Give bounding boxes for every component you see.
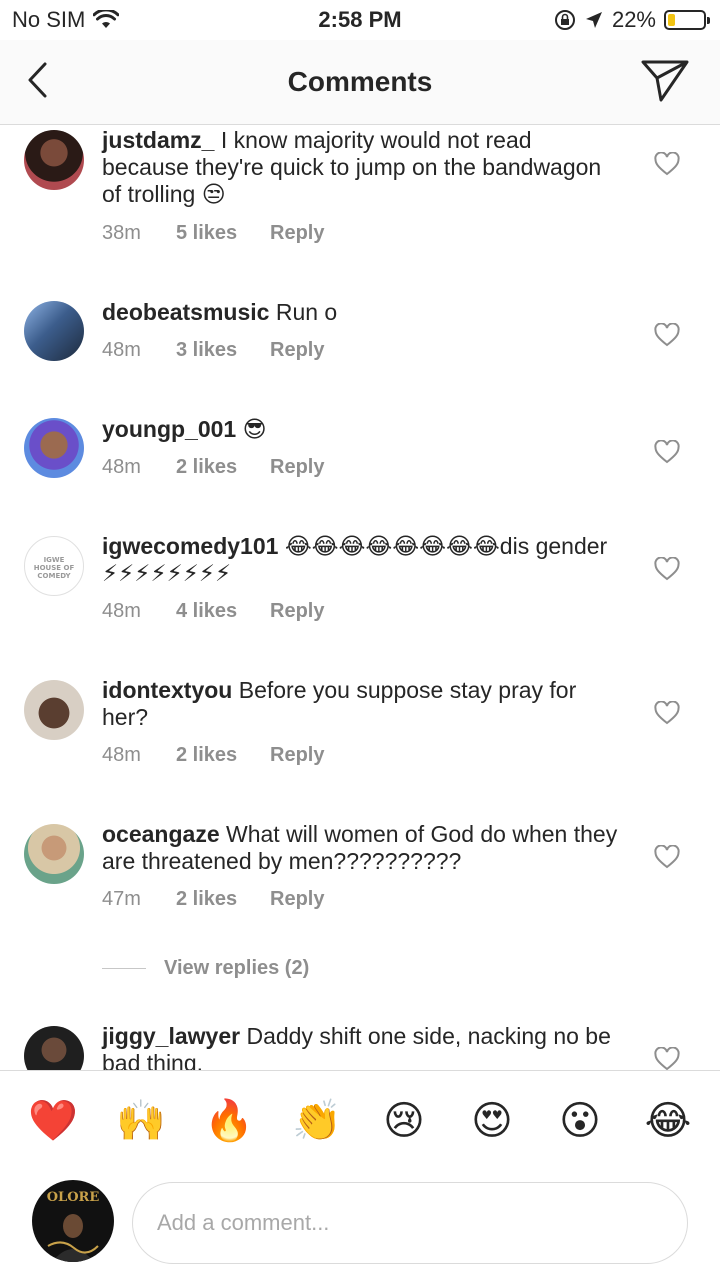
battery-percent: 22% — [611, 7, 656, 32]
reply-button[interactable]: Reply — [270, 744, 324, 767]
comment-likes[interactable]: 2 likes — [176, 888, 270, 911]
comment-body: deobeatsmusic Run o — [102, 299, 622, 326]
comment-meta: 48m 4 likes Reply — [102, 600, 324, 623]
paper-plane-icon — [641, 60, 689, 102]
battery-icon — [664, 10, 710, 30]
status-right: 22% — [554, 7, 710, 33]
comment-body: jiggy_lawyer Daddy shift one side, nacki… — [102, 1023, 622, 1070]
comment-time: 38m — [102, 222, 141, 244]
reply-button[interactable]: Reply — [270, 456, 324, 479]
status-bar: No SIM 2:58 PM 22% — [0, 0, 720, 40]
avatar[interactable] — [24, 130, 84, 190]
heart-icon[interactable] — [654, 323, 680, 347]
location-arrow-icon — [585, 12, 602, 28]
igwe-logo: IGWE HOUSE OF COMEDY — [34, 556, 75, 580]
heart-icon[interactable] — [654, 845, 680, 869]
olore-avatar-art: OLORE — [32, 1180, 114, 1262]
emoji-surprised-button[interactable]: 😮 — [556, 1097, 604, 1145]
comment-username[interactable]: idontextyou — [102, 677, 232, 703]
reply-button[interactable]: Reply — [270, 339, 324, 362]
comment-meta: 48m 3 likes Reply — [102, 339, 324, 362]
comment-time: 48m — [102, 339, 141, 361]
heart-icon[interactable] — [654, 557, 680, 581]
comment-username[interactable]: justdamz_ — [102, 127, 214, 153]
comment-username[interactable]: youngp_001 — [102, 416, 236, 442]
comment-likes[interactable]: 5 likes — [176, 222, 270, 245]
comment-meta: 48m 2 likes Reply — [102, 456, 324, 479]
comment-time: 48m — [102, 600, 141, 622]
rotation-lock-icon — [554, 10, 575, 30]
comment-text: 😎 — [242, 416, 267, 442]
comment-body: idontextyou Before you suppose stay pray… — [102, 677, 622, 731]
avatar[interactable] — [24, 680, 84, 740]
comment-input[interactable] — [132, 1182, 688, 1264]
comment-likes[interactable]: 3 likes — [176, 339, 270, 362]
heart-icon[interactable] — [654, 701, 680, 725]
comment-meta: 38m 5 likes Reply — [102, 222, 324, 245]
comment-time: 48m — [102, 744, 141, 766]
comment-composer: OLORE — [0, 1166, 720, 1280]
comment-body: justdamz_ I know majority would not read… — [102, 127, 622, 208]
comment-text: Run o — [275, 299, 338, 325]
nav-header: Comments — [0, 40, 720, 125]
comment-body: oceangaze What will women of God do when… — [102, 821, 622, 875]
comment-meta: 47m 2 likes Reply — [102, 888, 324, 911]
emoji-crying-button[interactable]: 😢 — [380, 1097, 428, 1145]
avatar[interactable] — [24, 418, 84, 478]
comment-username[interactable]: oceangaze — [102, 821, 220, 847]
avatar[interactable] — [24, 301, 84, 361]
replies-divider — [102, 968, 146, 969]
avatar[interactable] — [24, 824, 84, 884]
heart-icon[interactable] — [654, 1047, 680, 1070]
comment-likes[interactable]: 2 likes — [176, 744, 270, 767]
comment-username[interactable]: igwecomedy101 — [102, 533, 278, 559]
emoji-clap-button[interactable]: 👏 — [292, 1097, 342, 1145]
emoji-heart-button[interactable]: ❤️ — [28, 1097, 78, 1145]
avatar[interactable]: IGWE HOUSE OF COMEDY — [24, 536, 84, 596]
my-avatar[interactable]: OLORE — [32, 1180, 114, 1262]
reply-button[interactable]: Reply — [270, 888, 324, 911]
comment-time: 48m — [102, 456, 141, 478]
comment-username[interactable]: jiggy_lawyer — [102, 1023, 240, 1049]
comment-likes[interactable]: 4 likes — [176, 600, 270, 623]
comment-time: 47m — [102, 888, 141, 910]
comment-username[interactable]: deobeatsmusic — [102, 299, 269, 325]
comments-list[interactable]: justdamz_ I know majority would not read… — [0, 125, 720, 1070]
view-replies-button[interactable]: View replies (2) — [102, 957, 309, 980]
avatar-brand-text: OLORE — [47, 1190, 100, 1205]
emoji-raised-hands-button[interactable]: 🙌 — [116, 1097, 166, 1145]
reply-button[interactable]: Reply — [270, 600, 324, 623]
comment-body: igwecomedy101 😂😂😂😂😂😂😂😂dis gender ⚡⚡⚡⚡⚡⚡⚡… — [102, 533, 622, 587]
emoji-laughing-button[interactable]: 😂 — [644, 1097, 692, 1145]
comment-meta: 48m 2 likes Reply — [102, 744, 324, 767]
heart-icon[interactable] — [654, 440, 680, 464]
page-title: Comments — [287, 66, 433, 97]
reply-button[interactable]: Reply — [270, 222, 324, 245]
view-replies-label: View replies (2) — [164, 957, 310, 979]
comment-likes[interactable]: 2 likes — [176, 456, 270, 479]
svg-text:COMEDY: COMEDY — [37, 572, 71, 580]
avatar[interactable] — [24, 1026, 84, 1070]
emoji-quick-bar: ❤️ 🙌 🔥 👏 😢 😍 😮 😂 — [0, 1070, 720, 1167]
comment-body: youngp_001 😎 — [102, 416, 622, 443]
svg-text:HOUSE OF: HOUSE OF — [34, 564, 75, 572]
share-button[interactable] — [640, 56, 690, 104]
emoji-fire-button[interactable]: 🔥 — [204, 1097, 254, 1145]
heart-icon[interactable] — [654, 152, 680, 176]
battery-fill — [668, 14, 675, 26]
svg-text:IGWE: IGWE — [44, 556, 65, 564]
emoji-heart-eyes-button[interactable]: 😍 — [468, 1097, 516, 1145]
